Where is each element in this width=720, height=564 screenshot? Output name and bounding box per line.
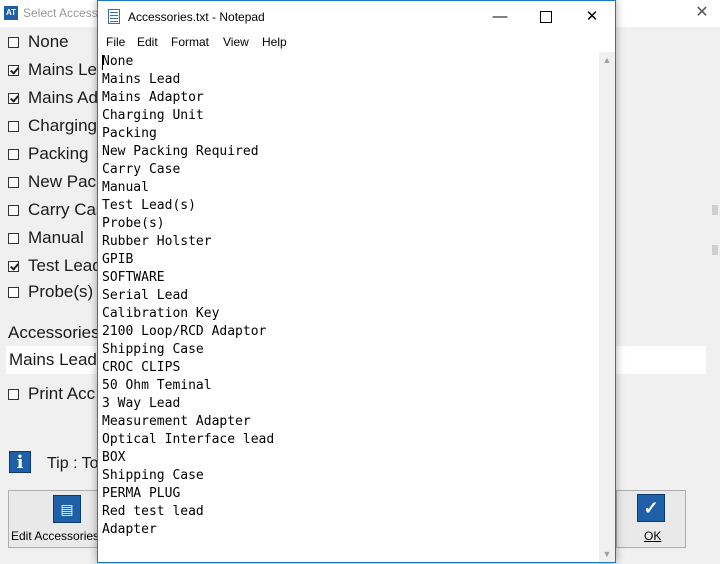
accessory-checkbox[interactable]: Manual: [8, 227, 84, 249]
text-line: New Packing Required: [102, 144, 259, 159]
info-icon: i: [9, 451, 31, 473]
notepad-window: Accessories.txt - Notepad — ✕ File Edit …: [97, 0, 616, 563]
text-line: 50 Ohm Teminal: [102, 378, 212, 393]
text-line: SOFTWARE: [102, 270, 165, 285]
text-line: Mains Lead: [102, 72, 181, 87]
text-line: Rubber Holster: [102, 234, 212, 249]
checkbox-box[interactable]: [8, 120, 19, 132]
text-line: Measurement Adapter: [102, 414, 251, 429]
accessory-checkbox[interactable]: Charging: [8, 115, 97, 137]
checkbox-box[interactable]: [8, 388, 19, 400]
text-line: Manual: [102, 180, 149, 195]
checkbox-box[interactable]: [8, 286, 19, 298]
menu-bar: File Edit Format View Help: [98, 32, 615, 52]
ok-button[interactable]: ✓ OK: [616, 490, 686, 548]
checkbox-label: Test Lead: [28, 256, 102, 275]
text-editor-area[interactable]: None Mains Lead Mains Adaptor Charging Unit…: [98, 52, 599, 562]
text-line: BOX: [102, 450, 126, 465]
checkbox-box[interactable]: [8, 64, 19, 76]
dialog-scroll-marker: [712, 205, 718, 215]
text-line: Shipping Case: [102, 468, 204, 483]
checkbox-box[interactable]: [8, 148, 19, 160]
tip-text: Tip : To: [47, 455, 99, 472]
text-line: Probe(s): [102, 216, 165, 231]
checkbox-label: Probe(s): [28, 282, 94, 301]
print-accessories-checkbox[interactable]: Print Acc: [8, 383, 95, 405]
accessory-checkbox[interactable]: Carry Cas: [8, 199, 105, 221]
checkbox-label: New Pack: [28, 172, 105, 191]
text-line: Optical Interface lead: [102, 432, 275, 447]
dialog-close-button[interactable]: ✕: [688, 2, 716, 24]
notepad-title: Accessories.txt - Notepad: [128, 10, 265, 24]
dialog-scroll-marker: [712, 245, 718, 255]
menu-help[interactable]: Help: [262, 35, 287, 49]
dialog-title: Select Accesso: [23, 6, 105, 20]
text-line: Test Lead(s): [102, 198, 196, 213]
scroll-down-arrow-icon[interactable]: ▼: [599, 546, 615, 562]
app-icon: AT: [4, 6, 18, 20]
maximize-button[interactable]: [523, 1, 569, 32]
edit-accessories-label: Edit Accessories: [11, 529, 100, 543]
accessory-checkbox[interactable]: None: [8, 31, 69, 53]
checkbox-box[interactable]: [8, 204, 19, 216]
ok-label: OK: [644, 529, 662, 543]
text-line: PERMA PLUG: [102, 486, 181, 501]
accessory-checkbox[interactable]: Mains Ad: [8, 87, 98, 109]
checkbox-label: Packing: [28, 144, 89, 163]
accessory-checkbox[interactable]: New Pack: [8, 171, 105, 193]
vertical-scrollbar[interactable]: ▲ ▼: [599, 52, 615, 562]
print-accessories-label: Print Acc: [28, 384, 96, 403]
text-line: None: [102, 54, 134, 69]
menu-view[interactable]: View: [223, 35, 249, 49]
accessory-checkbox[interactable]: Probe(s): [8, 281, 93, 303]
text-line: GPIB: [102, 252, 134, 267]
close-button[interactable]: ✕: [569, 1, 615, 32]
accessories-value: Mains Lead,: [9, 350, 102, 369]
text-line: CROC CLIPS: [102, 360, 181, 375]
accessory-checkbox[interactable]: Packing: [8, 143, 88, 165]
text-line: Adapter: [102, 522, 157, 537]
accessories-label: Accessories: [8, 323, 100, 342]
menu-format[interactable]: Format: [171, 35, 209, 49]
menu-edit[interactable]: Edit: [137, 35, 158, 49]
minimize-button[interactable]: —: [477, 1, 523, 32]
menu-file[interactable]: File: [106, 35, 125, 49]
notepad-icon: [108, 9, 120, 24]
text-line: Serial Lead: [102, 288, 189, 303]
notepad-titlebar[interactable]: Accessories.txt - Notepad — ✕: [98, 1, 615, 32]
checkbox-label: Charging: [28, 116, 97, 135]
checkbox-box[interactable]: [8, 232, 19, 244]
checkbox-label: Mains Ad: [28, 88, 98, 107]
checkbox-box[interactable]: [8, 36, 19, 48]
checkbox-label: None: [28, 32, 69, 51]
text-line: Shipping Case: [102, 342, 204, 357]
accessory-checkbox[interactable]: Test Lead: [8, 255, 102, 277]
text-line: Mains Adaptor: [102, 90, 204, 105]
checkbox-label: Carry Cas: [28, 200, 105, 219]
text-line: 2100 Loop/RCD Adaptor: [102, 324, 267, 339]
maximize-icon: [540, 11, 552, 24]
text-line: Red test lead: [102, 504, 204, 519]
checkbox-box[interactable]: [8, 92, 19, 104]
text-line: 3 Way Lead: [102, 396, 181, 411]
clipboard-add-icon: ▤: [53, 495, 81, 523]
checkbox-label: Manual: [28, 228, 84, 247]
text-line: Calibration Key: [102, 306, 220, 321]
text-line: Charging Unit: [102, 108, 204, 123]
checkbox-box[interactable]: [8, 176, 19, 188]
text-line: Packing: [102, 126, 157, 141]
accessory-checkbox[interactable]: Mains Le: [8, 59, 97, 81]
text-line: Carry Case: [102, 162, 181, 177]
checkmark-icon: ✓: [637, 494, 665, 522]
checkbox-label: Mains Le: [28, 60, 97, 79]
checkbox-box[interactable]: [8, 260, 19, 272]
scroll-up-arrow-icon[interactable]: ▲: [599, 52, 615, 68]
